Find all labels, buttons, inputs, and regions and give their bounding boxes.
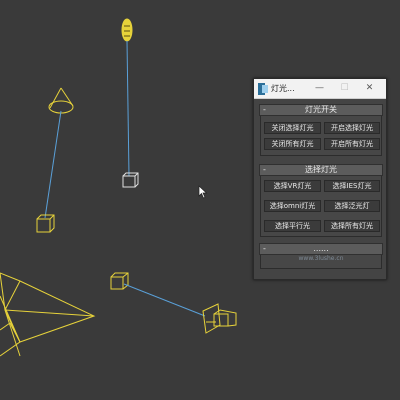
light-tools-panel: 灯光... — ☐ ✕ - 灯光开关 关闭选择灯光 开启选择灯光 关闭所有灯光 …: [253, 78, 387, 280]
select-all-lights-button[interactable]: 选择所有灯光: [324, 220, 380, 232]
turn-off-selected-button[interactable]: 关闭选择灯光: [264, 122, 321, 134]
rollout-select-light[interactable]: - 选择灯光: [259, 164, 383, 176]
target-box-bottom[interactable]: [110, 272, 129, 290]
direct-light-bottom[interactable]: [202, 303, 237, 334]
site-watermark: www.3lushe.cn: [298, 255, 344, 262]
light-switch-group: 关闭选择灯光 开启选择灯光 关闭所有灯光 开启所有灯光: [260, 116, 382, 156]
turn-on-all-button[interactable]: 开启所有灯光: [324, 138, 380, 150]
target-box-top[interactable]: [122, 172, 139, 188]
rollout-dots: ......: [313, 244, 329, 253]
maximize-button[interactable]: ☐: [332, 79, 357, 98]
max-app-icon: [258, 82, 268, 95]
area-light-pyramid[interactable]: [0, 272, 96, 357]
turn-on-selected-button[interactable]: 开启选择灯光: [324, 122, 380, 134]
rollout-more[interactable]: - ......: [259, 243, 383, 255]
rollout-title: 灯光开关: [305, 105, 337, 114]
spot-light-cone[interactable]: [48, 87, 74, 114]
collapse-icon: -: [263, 105, 266, 114]
collapse-icon: -: [263, 165, 266, 174]
target-line-left: [44, 110, 62, 219]
select-spot-light-button[interactable]: 选择泛光灯: [324, 200, 380, 212]
select-vr-light-button[interactable]: 选择VR灯光: [264, 180, 321, 192]
select-light-group: 选择VR灯光 选择IES灯光 选择omni灯光 选择泛光灯 选择平行光 选择所有…: [260, 176, 382, 237]
close-button[interactable]: ✕: [357, 79, 382, 98]
mouse-cursor-icon: [198, 185, 208, 199]
turn-off-all-button[interactable]: 关闭所有灯光: [264, 138, 321, 150]
select-omni-light-button[interactable]: 选择omni灯光: [264, 200, 321, 212]
panel-titlebar[interactable]: 灯光... — ☐ ✕: [254, 79, 386, 99]
target-line-bottom: [123, 283, 206, 317]
panel-title: 灯光...: [271, 84, 295, 93]
collapse-icon: -: [263, 244, 266, 253]
select-direct-light-button[interactable]: 选择平行光: [264, 220, 321, 232]
rollout-light-switch[interactable]: - 灯光开关: [259, 104, 383, 116]
photometric-light-top[interactable]: [121, 18, 133, 42]
select-ies-light-button[interactable]: 选择IES灯光: [324, 180, 380, 192]
rollout-title: 选择灯光: [305, 165, 337, 174]
minimize-button[interactable]: —: [307, 79, 332, 98]
target-line-top: [126, 40, 130, 177]
